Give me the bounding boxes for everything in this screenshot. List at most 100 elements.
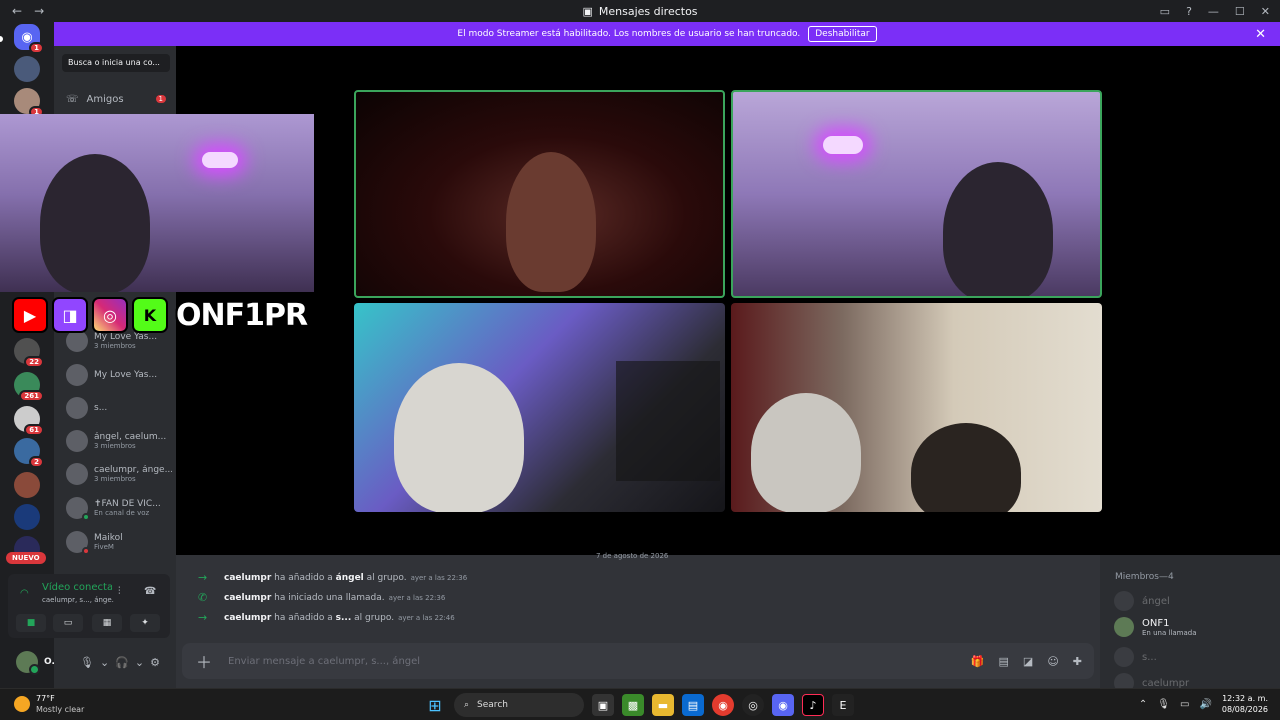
activities-button[interactable]: ▦ [92, 614, 122, 632]
avatar[interactable] [16, 651, 40, 675]
dm-item[interactable]: My Love Yas... [66, 362, 172, 388]
server-icon[interactable] [14, 504, 40, 530]
windows-start-icon[interactable]: ⊞ [424, 694, 446, 716]
taskbar-apps: ⊞ ⌕ Search ▣ ▩ ▬ ▤ ◉ ◎ ◉ ♪ E [424, 693, 854, 717]
server-icon[interactable]: 1 [14, 88, 44, 118]
system-message: ✆ caelumpr ha iniciado una llamada. ayer … [198, 591, 445, 604]
search-icon: ⌕ [464, 700, 470, 710]
maximize-button[interactable]: ☐ [1235, 5, 1245, 18]
friends-icon: ☏ [66, 93, 79, 105]
video-tile[interactable] [354, 303, 725, 512]
dm-search-input[interactable]: Busca o inicia una co... [62, 54, 170, 72]
close-window-button[interactable]: ✕ [1261, 5, 1270, 18]
member-item[interactable]: ONF1 En una llamada [1114, 617, 1197, 637]
chevron-down-icon[interactable]: ⌄ [135, 656, 144, 669]
new-badge[interactable]: NUEVO [6, 552, 46, 564]
server-icon[interactable]: 61 [14, 406, 44, 436]
headphones-icon[interactable]: 🎧 [115, 656, 129, 669]
message-target[interactable]: ángel [336, 573, 364, 583]
inbox-icon[interactable]: ▭ [1160, 5, 1170, 18]
tiktok-icon[interactable]: ♪ [802, 694, 824, 716]
message-user[interactable]: caelumpr [224, 573, 271, 583]
server-icon[interactable]: 2 [14, 438, 44, 468]
add-attachment-icon[interactable]: ＋ [196, 649, 216, 673]
emoji-icon[interactable]: ☺ [1047, 655, 1058, 668]
discord-taskbar-icon[interactable]: ◉ [772, 694, 794, 716]
stream-chat-overlay [616, 361, 720, 481]
apps-icon[interactable]: ✚ [1073, 655, 1082, 668]
gift-icon[interactable]: 🎁 [971, 655, 985, 668]
participant-video [751, 393, 861, 512]
title-bar: ← → ▣ Mensajes directos ▭ ? — ☐ ✕ [0, 0, 1280, 22]
store-icon[interactable]: ▤ [682, 694, 704, 716]
obs-icon[interactable]: ◎ [742, 694, 764, 716]
instagram-icon: ◎ [92, 297, 128, 333]
display-icon[interactable]: ▭ [1180, 699, 1189, 710]
dm-item[interactable]: caelumpr, ánge... 3 miembros [66, 461, 172, 487]
server-icon[interactable]: 22 [14, 338, 44, 368]
neon-light [202, 152, 238, 168]
timestamp: ayer a las 22:36 [388, 593, 446, 602]
voice-channel[interactable]: caelumpr, s..., ánge... [42, 596, 114, 604]
gear-icon[interactable]: ⚙ [150, 656, 160, 669]
message-target[interactable]: s... [336, 613, 352, 623]
chrome-icon[interactable]: ◉ [712, 694, 734, 716]
video-tile[interactable] [354, 90, 725, 298]
video-tile[interactable] [731, 90, 1102, 298]
participant-video [506, 152, 596, 292]
discord-home-icon[interactable]: ◉ 1 [14, 24, 44, 54]
disconnect-icon[interactable]: ☎ [144, 586, 156, 597]
date-divider: 7 de agosto de 2026 [596, 552, 669, 560]
gif-icon[interactable]: ▤ [999, 655, 1009, 668]
close-icon[interactable]: ✕ [1255, 27, 1266, 42]
avatar [1114, 647, 1134, 667]
server-icon[interactable]: 261 [14, 372, 44, 402]
chat-area: 7 de agosto de 2026 → caelumpr ha añadid… [176, 552, 1100, 688]
voice-connection-panel: ◠ Vídeo conectado caelumpr, s..., ánge..… [8, 574, 170, 638]
video-stage [176, 46, 1280, 555]
dm-sub: FiveM [94, 543, 114, 551]
volume-icon[interactable]: 🔊 [1199, 699, 1211, 710]
dm-item[interactable]: Maikol FiveM [66, 529, 172, 555]
disable-streamer-button[interactable]: Deshabilitar [808, 26, 877, 42]
message-user[interactable]: caelumpr [224, 593, 271, 603]
chevron-up-icon[interactable]: ⌃ [1139, 699, 1147, 710]
dm-item[interactable]: s... [66, 395, 172, 421]
help-icon[interactable]: ? [1186, 5, 1192, 18]
task-view-icon[interactable]: ▣ [592, 694, 614, 716]
weather-widget[interactable]: 77°F Mostly clear [14, 693, 84, 715]
message-user[interactable]: caelumpr [224, 613, 271, 623]
dm-item[interactable]: ángel, caelum... 3 miembros [66, 428, 172, 454]
chevron-down-icon[interactable]: ⌄ [100, 656, 109, 669]
file-explorer-icon[interactable]: ▬ [652, 694, 674, 716]
video-tile[interactable] [731, 303, 1102, 512]
microphone-icon[interactable]: 🎙 [80, 656, 94, 669]
back-arrow-icon[interactable]: ← [12, 4, 22, 18]
dm-item[interactable]: ✝FAN DE VIC... En canal de voz [66, 495, 172, 521]
sidebar-item-friends[interactable]: ☏ Amigos 1 [66, 90, 166, 108]
social-overlay: ▶ ◨ ◎ K ONF1PR [12, 296, 308, 334]
microphone-icon[interactable]: 🎙 [1157, 699, 1170, 710]
minimize-button[interactable]: — [1208, 5, 1219, 18]
screen-share-button[interactable]: ▭ [53, 614, 83, 632]
avatar [66, 463, 88, 485]
taskbar-search[interactable]: ⌕ Search [454, 693, 584, 717]
clock[interactable]: 12:32 a. m. 08/08/2026 [1222, 693, 1268, 715]
camera-button[interactable]: ■ [16, 614, 46, 632]
signal-icon[interactable]: ◠ [20, 588, 29, 599]
arrow-right-icon: → [198, 571, 208, 584]
forward-arrow-icon[interactable]: → [34, 4, 44, 18]
message-input[interactable] [228, 655, 728, 667]
member-item[interactable]: ángel [1114, 591, 1170, 611]
server-icon[interactable] [14, 472, 40, 498]
temperature: 77°F [36, 694, 55, 703]
member-item[interactable]: s... [1114, 647, 1157, 667]
minecraft-icon[interactable]: ▩ [622, 694, 644, 716]
soundboard-button[interactable]: ✦ [130, 614, 160, 632]
dm-name: ✝FAN DE VIC... [94, 499, 161, 509]
server-icon[interactable] [14, 56, 40, 82]
noise-suppression-icon[interactable]: ⫶ [118, 586, 121, 597]
epic-games-icon[interactable]: E [832, 694, 854, 716]
friends-label: Amigos [86, 93, 124, 105]
sticker-icon[interactable]: ◪ [1023, 655, 1033, 668]
